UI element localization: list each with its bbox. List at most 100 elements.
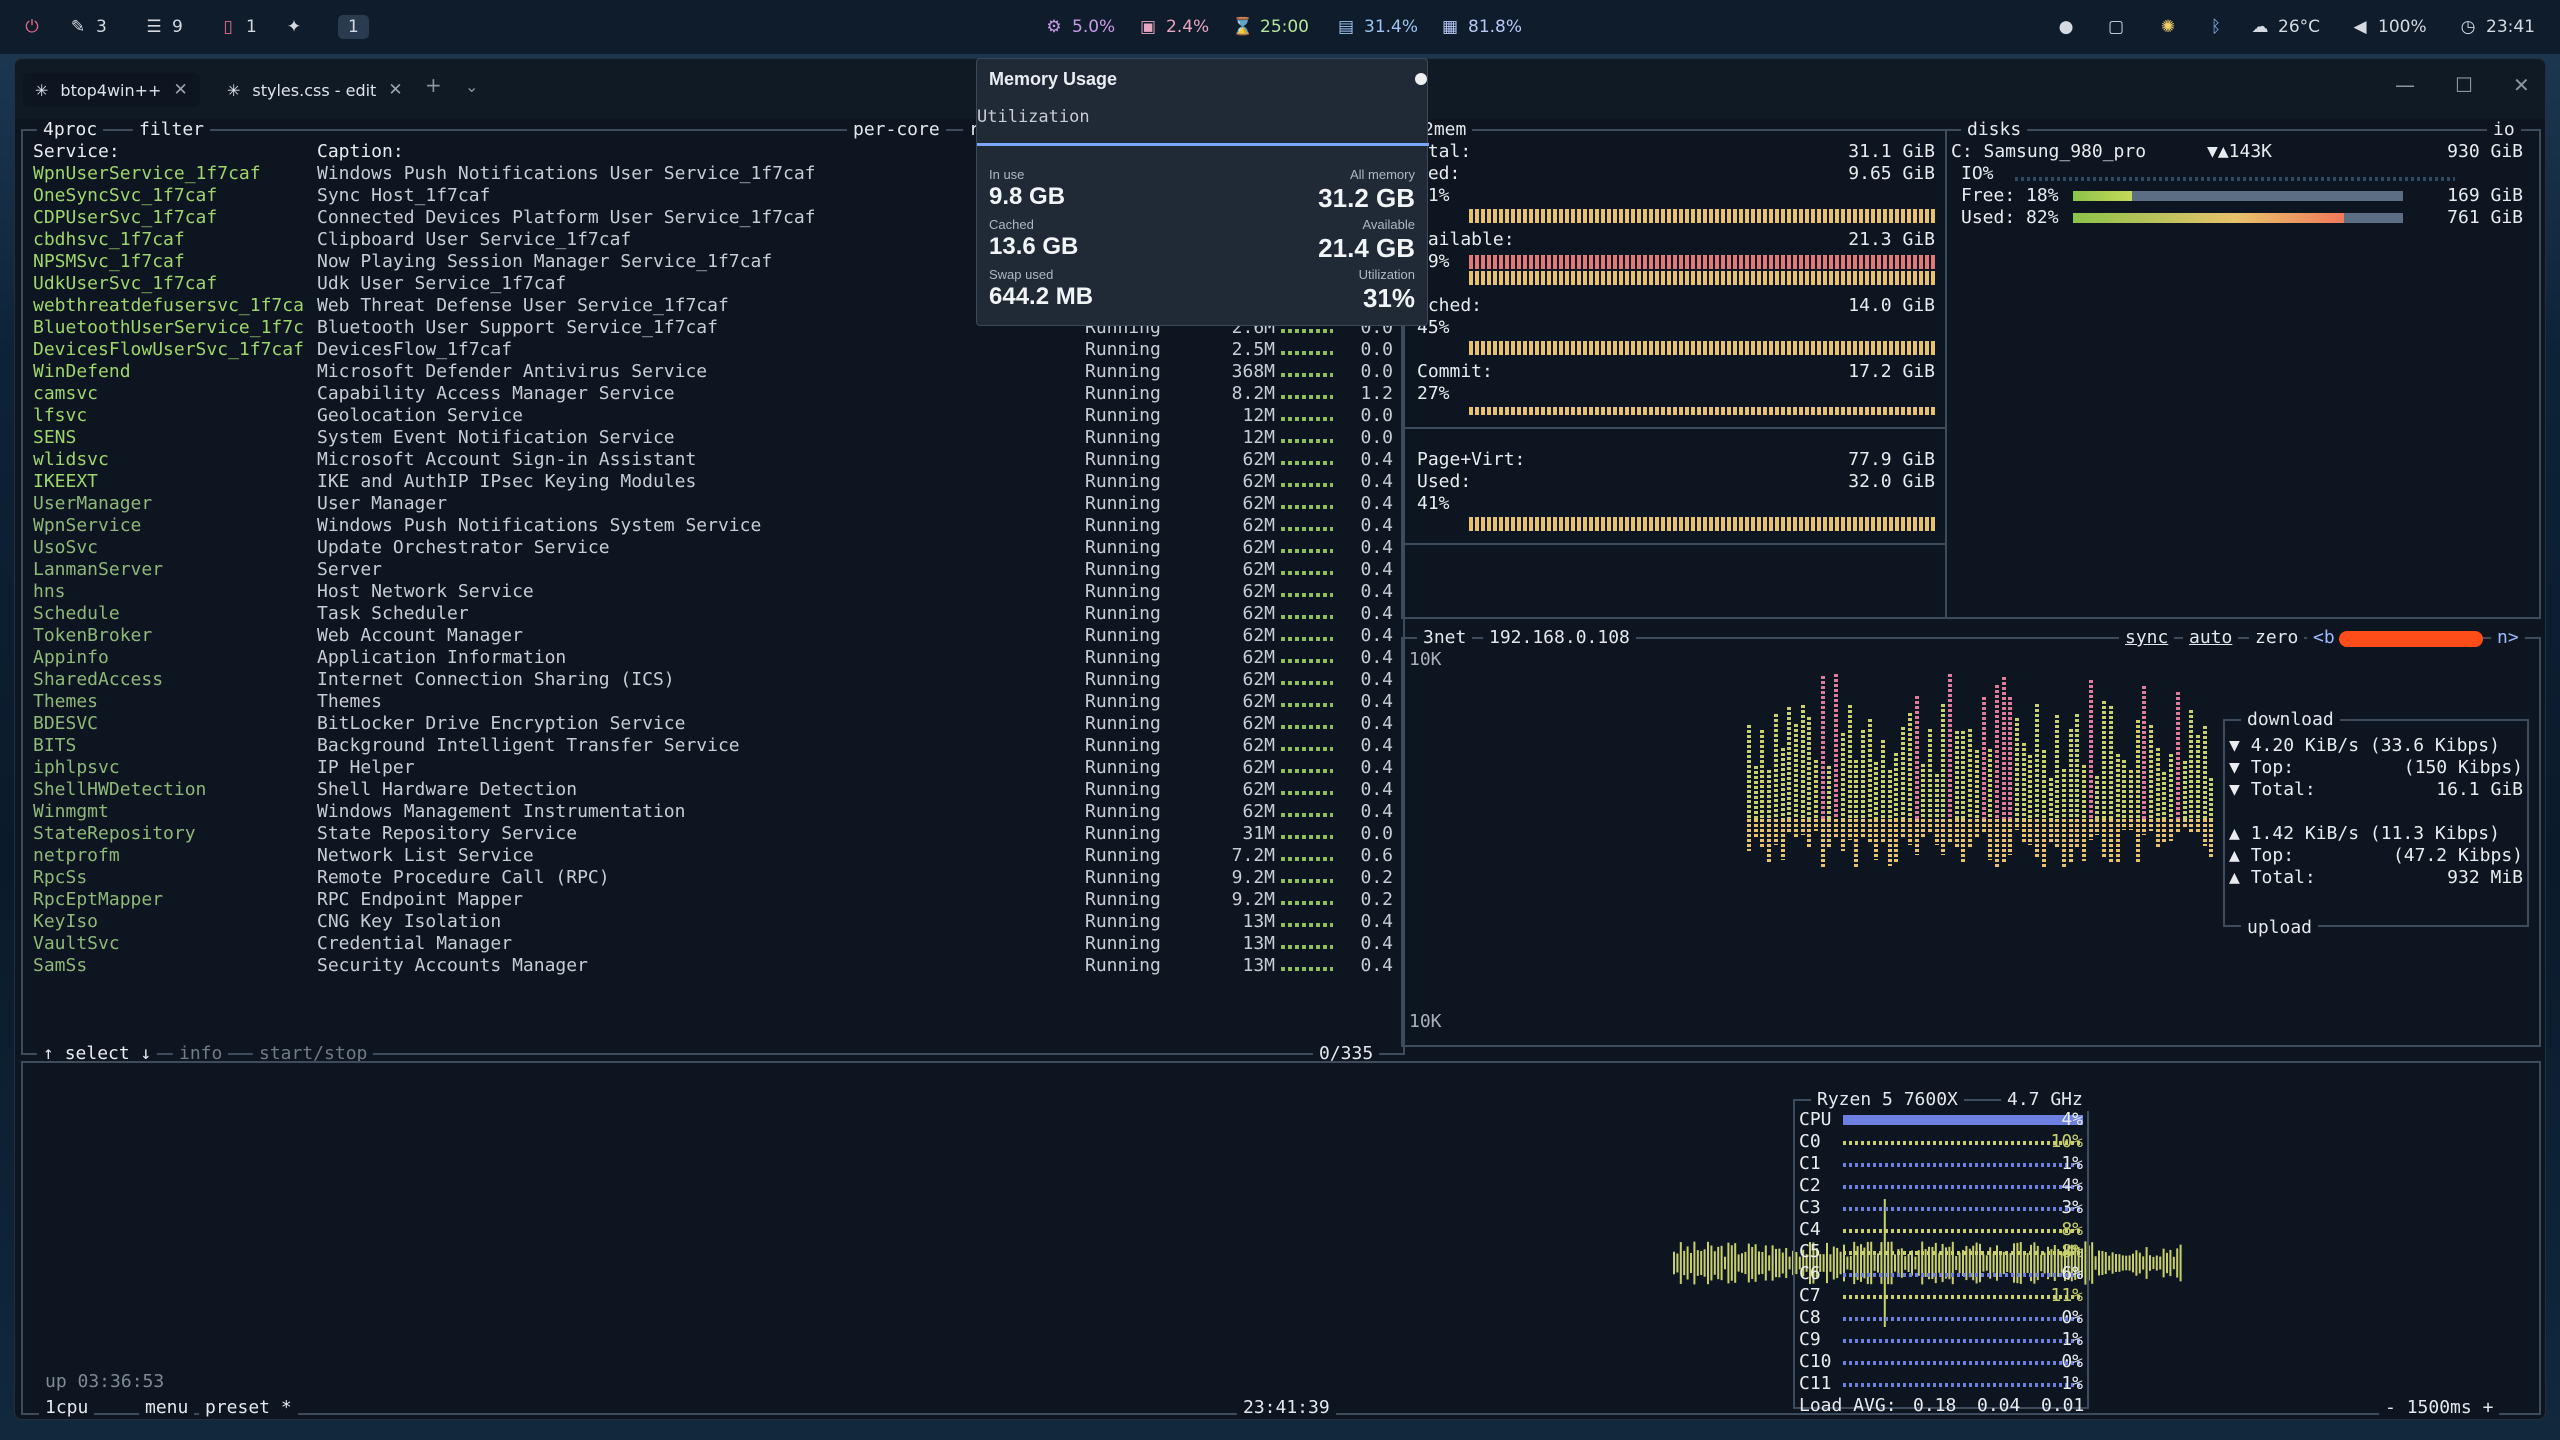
bluetooth-button[interactable]: ᛒ	[2206, 0, 2226, 54]
chat-button[interactable]: ●	[2056, 0, 2076, 54]
table-row[interactable]: camsvc Capability Access Manager Service R…	[33, 383, 1393, 405]
interval-display[interactable]: - 1500ms +	[2379, 1397, 2500, 1419]
disk-stat[interactable]: ▦ 81.8%	[1440, 0, 1522, 54]
cpu-history-bar	[1683, 1250, 1686, 1276]
table-row[interactable]: KeyIso CNG Key Isolation Running 13M 0.4	[33, 911, 1393, 933]
cpu-sparkline	[1281, 351, 1333, 355]
trash-counter[interactable]: ▯ 1	[218, 0, 257, 54]
table-row[interactable]: BITS Background Intelligent Transfer Serv…	[33, 735, 1393, 757]
tab-dropdown-button[interactable]: ⌄	[465, 77, 478, 96]
service-memory: 9.2M	[1231, 889, 1275, 910]
table-row[interactable]: netprofm Network List Service Running 7.2M 0…	[33, 845, 1393, 867]
net-download-bar	[1773, 714, 1778, 819]
table-row[interactable]: WpnService Windows Push Notifications Sys…	[33, 515, 1393, 537]
cpu-history-bar	[2155, 1255, 2158, 1271]
net-upload-bar	[2055, 819, 2060, 847]
screen-button[interactable]: ▢	[2106, 0, 2126, 54]
memory-stat[interactable]: ▤ 31.4%	[1336, 0, 1418, 54]
table-row[interactable]: DevicesFlowUserSvc_1f7caf DevicesFlow_1f7…	[33, 339, 1393, 361]
table-row[interactable]: SharedAccess Internet Connection Sharing …	[33, 669, 1393, 691]
interval-decrease[interactable]: -	[2385, 1397, 2396, 1418]
net-download-bar	[2189, 710, 2194, 819]
clock-widget[interactable]: ◷ 23:41	[2458, 0, 2535, 54]
net-download-bar	[2055, 714, 2060, 819]
service-caption: Microsoft Account Sign-in Assistant	[317, 449, 697, 470]
weather-widget[interactable]: ☁ 26°C	[2250, 0, 2321, 54]
service-cpu: 0.4	[1360, 801, 1393, 822]
service-cpu: 1.2	[1360, 383, 1393, 404]
settings-button[interactable]: ✺	[2158, 0, 2178, 54]
table-row[interactable]: Winmgmt Windows Management Instrumentatio…	[33, 801, 1393, 823]
table-row[interactable]: iphlpsvc IP Helper Running 62M 0.4	[33, 757, 1393, 779]
maximize-button[interactable]: ☐	[2455, 73, 2473, 97]
service-memory: 62M	[1242, 603, 1275, 624]
table-row[interactable]: lfsvc Geolocation Service Running 12M 0.0	[33, 405, 1393, 427]
popup-pin-icon[interactable]	[1415, 73, 1427, 85]
table-row[interactable]: UsoSvc Update Orchestrator Service Running…	[33, 537, 1393, 559]
timer-stat[interactable]: ⌛ 25:00	[1232, 0, 1309, 54]
net-auto-toggle[interactable]: auto	[2183, 627, 2239, 649]
cpu-preset-button[interactable]: preset *	[199, 1397, 298, 1419]
table-row[interactable]: LanmanServer Server Running 62M 0.4	[33, 559, 1393, 581]
service-memory: 9.2M	[1231, 867, 1275, 888]
net-next-button[interactable]: n>	[2491, 627, 2525, 649]
table-row[interactable]: RpcSs Remote Procedure Call (RPC) Running 9…	[33, 867, 1393, 889]
sparkle-button[interactable]: ✦	[284, 0, 304, 54]
list-counter[interactable]: ☰ 9	[144, 0, 182, 54]
table-row[interactable]: BDESVC BitLocker Drive Encryption Service…	[33, 713, 1393, 735]
table-row[interactable]: UserManager User Manager Running 62M 0.4	[33, 493, 1393, 515]
service-cpu: 0.4	[1360, 647, 1393, 668]
table-row[interactable]: Themes Themes Running 62M 0.4	[33, 691, 1393, 713]
cpu-history-bar	[1737, 1254, 1740, 1272]
table-row[interactable]: VaultSvc Credential Manager Running 13M 0.4	[33, 933, 1393, 955]
gpu-stat[interactable]: ▣ 2.4%	[1138, 0, 1209, 54]
core-name: C9	[1799, 1329, 1821, 1350]
close-tab-icon[interactable]: ✕	[173, 80, 187, 100]
volume-widget[interactable]: ◀ 100%	[2350, 0, 2426, 54]
mem-avail: 21.3 GiB	[1848, 229, 1935, 250]
table-row[interactable]: IKEEXT IKE and AuthIP IPsec Keying Module…	[33, 471, 1393, 493]
net-download-bar	[1753, 766, 1758, 819]
cpu-stat[interactable]: ⚙ 5.0%	[1044, 0, 1115, 54]
table-row[interactable]: TokenBroker Web Account Manager Running 62M…	[33, 625, 1393, 647]
table-row[interactable]: ShellHWDetection Shell Hardware Detection…	[33, 779, 1393, 801]
utilization-value: 31%	[1362, 283, 1415, 313]
table-row[interactable]: Schedule Task Scheduler Running 62M 0.4	[33, 603, 1393, 625]
net-prev-button[interactable]: <b	[2307, 627, 2341, 649]
memory-stat-value: 31.4%	[1364, 17, 1419, 37]
table-row[interactable]: hns Host Network Service Running 62M 0.4	[33, 581, 1393, 603]
table-row[interactable]: SENS System Event Notification Service Run…	[33, 427, 1393, 449]
cpu-title[interactable]: 1cpu	[39, 1397, 95, 1419]
interval-increase[interactable]: +	[2483, 1397, 2494, 1418]
power-button[interactable]: ⏻	[22, 0, 42, 54]
table-row[interactable]: SamSs Security Accounts Manager Running 13M…	[33, 955, 1393, 977]
minimize-button[interactable]: —	[2395, 73, 2415, 97]
table-row[interactable]: StateRepository State Repository Service R…	[33, 823, 1393, 845]
trash-icon: ▯	[223, 17, 233, 37]
new-tab-button[interactable]: +	[425, 73, 442, 97]
service-status: Running	[1085, 449, 1161, 470]
workspace-button[interactable]: 1	[338, 0, 369, 54]
cpu-sparkline	[1281, 659, 1333, 663]
table-row[interactable]: RpcEptMapper RPC Endpoint Mapper Running 9.…	[33, 889, 1393, 911]
cpu-history-bar	[1768, 1255, 1771, 1271]
close-window-button[interactable]: ✕	[2513, 73, 2530, 97]
net-download-bar	[1860, 729, 1865, 819]
tab-btop[interactable]: ✳ btop4win++ ✕	[23, 73, 200, 107]
net-zero-toggle[interactable]: zero	[2249, 627, 2305, 649]
table-row[interactable]: Appinfo Application Information Running 62M…	[33, 647, 1393, 669]
proc-per-core-toggle[interactable]: per-core	[847, 119, 946, 141]
cpu-menu-button[interactable]: menu	[139, 1397, 195, 1419]
disks-io-toggle[interactable]: io	[2487, 119, 2521, 141]
service-name: BITS	[33, 735, 77, 756]
edit-counter[interactable]: ✎ 3	[68, 0, 107, 54]
net-download-bar	[1874, 762, 1879, 819]
close-tab-icon[interactable]: ✕	[388, 80, 402, 100]
table-row[interactable]: WinDefend Microsoft Defender Antivirus Se…	[33, 361, 1393, 383]
load-1m: 0.18	[1913, 1395, 1957, 1416]
net-upload-bar	[1988, 819, 1993, 860]
tab-styles[interactable]: ✳ styles.css - edit ✕	[215, 73, 415, 107]
proc-filter-button[interactable]: filter	[133, 119, 211, 141]
table-row[interactable]: wlidsvc Microsoft Account Sign-in Assista…	[33, 449, 1393, 471]
net-sync-toggle[interactable]: sync	[2119, 627, 2175, 649]
